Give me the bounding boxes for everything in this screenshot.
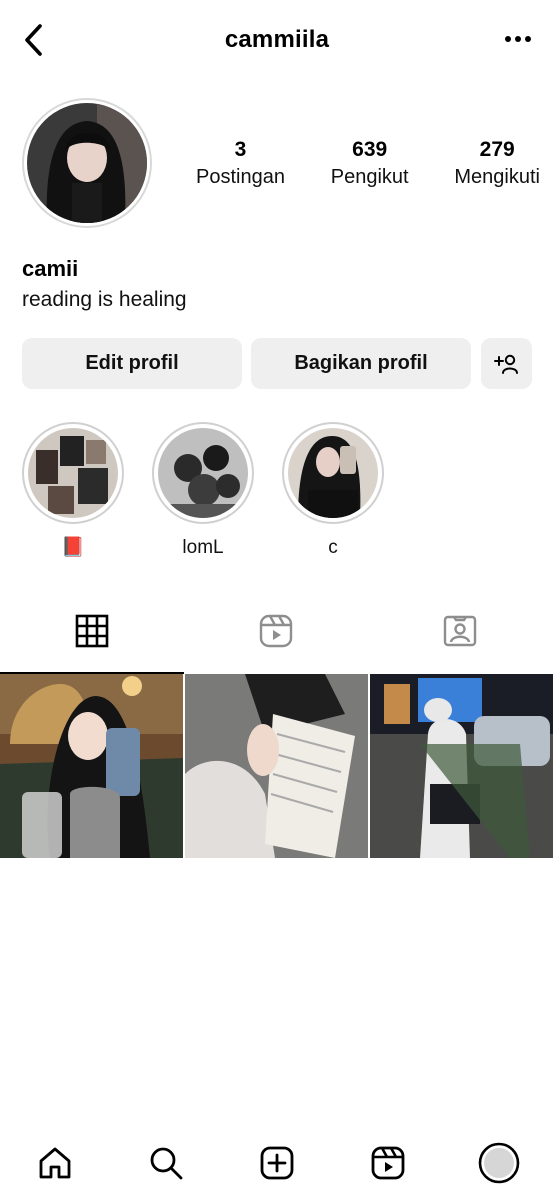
- posts-grid: [0, 674, 554, 858]
- reels-icon: [371, 1146, 405, 1180]
- tab-reels[interactable]: [184, 604, 368, 672]
- highlight-label: lomL: [182, 537, 224, 558]
- chevron-left-icon: [25, 24, 42, 56]
- bottom-navigation: [0, 1140, 554, 1190]
- tab-tagged[interactable]: [368, 604, 552, 672]
- create-icon: [260, 1146, 294, 1180]
- tagged-icon: [443, 615, 477, 647]
- back-button[interactable]: [18, 22, 48, 58]
- profile-tabs: [0, 604, 554, 674]
- display-name: camii: [22, 256, 79, 281]
- tab-posts-grid[interactable]: [0, 604, 184, 674]
- more-horizontal-icon: [505, 36, 531, 42]
- story-highlights: 📕 lomL c: [22, 422, 542, 562]
- stat-posts-count: 3: [234, 138, 247, 161]
- highlight-ring: [22, 422, 124, 524]
- post-thumbnail[interactable]: [0, 674, 183, 858]
- post-thumbnail[interactable]: [185, 674, 368, 858]
- highlight-item[interactable]: 📕: [22, 422, 124, 560]
- discover-people-button[interactable]: [481, 338, 532, 389]
- highlight-cover: [28, 428, 118, 518]
- profile-avatar-icon: [478, 1142, 520, 1184]
- post-thumbnail[interactable]: [370, 674, 553, 858]
- add-person-icon: [493, 354, 518, 374]
- highlight-item[interactable]: c: [282, 422, 384, 560]
- profile-stats: 3 Postingan 639 Pengikut 279 Mengikuti: [196, 136, 540, 190]
- stat-following[interactable]: 279 Mengikuti: [454, 136, 540, 190]
- nav-profile[interactable]: [476, 1140, 522, 1186]
- stat-following-label: Mengikuti: [454, 166, 540, 188]
- search-icon: [150, 1147, 183, 1180]
- stat-posts-label: Postingan: [196, 166, 285, 188]
- nav-create[interactable]: [254, 1140, 300, 1186]
- more-options-button[interactable]: [502, 26, 534, 52]
- stat-followers-count: 639: [352, 138, 388, 161]
- top-bar: cammiila: [0, 0, 554, 80]
- profile-username: cammiila: [224, 26, 330, 53]
- nav-reels[interactable]: [365, 1140, 411, 1186]
- stat-followers[interactable]: 639 Pengikut: [331, 136, 409, 190]
- profile-avatar[interactable]: [22, 98, 152, 228]
- highlight-label: 📕: [61, 537, 85, 558]
- highlight-label: c: [328, 537, 338, 558]
- stat-followers-label: Pengikut: [330, 166, 409, 188]
- highlight-cover: [288, 428, 378, 518]
- highlight-cover: [158, 428, 248, 518]
- share-profile-button[interactable]: Bagikan profil: [251, 338, 471, 389]
- highlight-item[interactable]: lomL: [152, 422, 254, 560]
- nav-search[interactable]: [143, 1140, 189, 1186]
- bio-text: reading is healing: [22, 288, 187, 311]
- home-icon: [39, 1147, 71, 1179]
- avatar-photo: [27, 103, 147, 223]
- highlight-ring: [282, 422, 384, 524]
- highlight-ring: [152, 422, 254, 524]
- edit-profile-button[interactable]: Edit profil: [22, 338, 242, 389]
- stat-following-count: 279: [479, 138, 515, 161]
- stat-posts[interactable]: 3 Postingan: [196, 136, 285, 190]
- reels-icon: [259, 614, 293, 648]
- nav-home[interactable]: [32, 1140, 78, 1186]
- grid-icon: [75, 614, 109, 648]
